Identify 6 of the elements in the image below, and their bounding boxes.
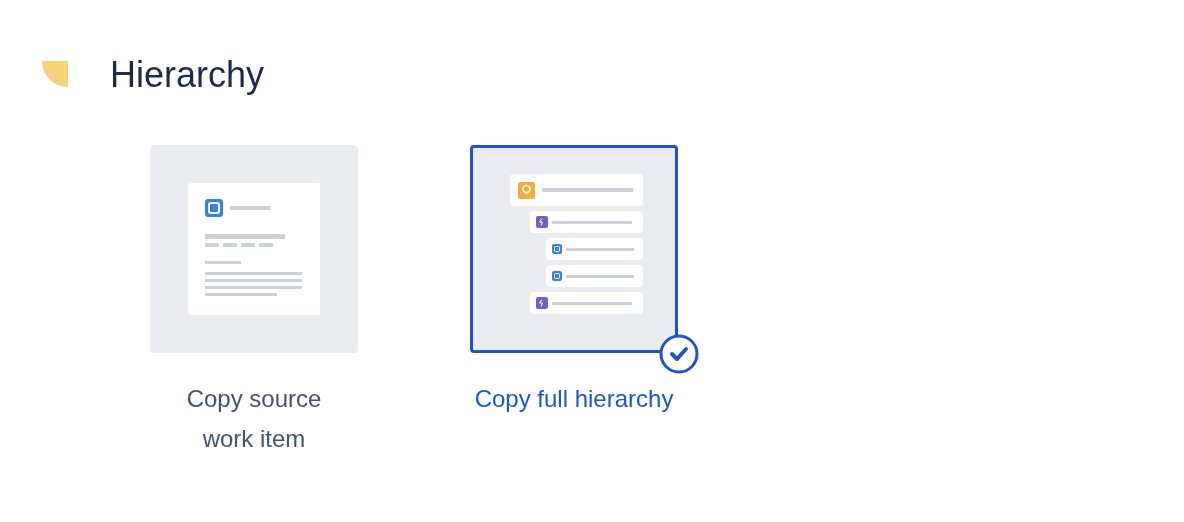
option-label[interactable]: Copy source work item	[134, 379, 374, 459]
section-icon	[42, 61, 68, 87]
section-title: Hierarchy	[110, 53, 265, 97]
option-label[interactable]: Copy full hierarchy	[474, 379, 674, 419]
check-icon	[659, 334, 699, 374]
option-card[interactable]	[470, 145, 678, 353]
